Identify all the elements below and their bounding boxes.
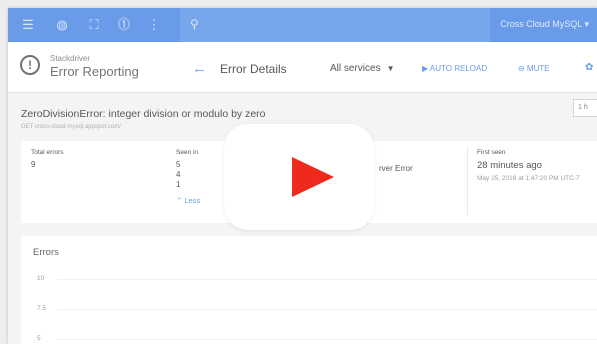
total-errors-label: Total errors (31, 149, 64, 156)
alert-icon[interactable]: ⓵ (116, 17, 132, 33)
settings-icon[interactable]: ✿ (585, 62, 593, 73)
y-tick-label: 7.5 (37, 305, 47, 312)
project-selector[interactable]: Cross Cloud MySQL ▾ (500, 19, 589, 30)
seen-in-value: 1 (176, 180, 181, 189)
product-small-label: Stackdriver (50, 54, 91, 63)
services-dropdown[interactable]: All services ▼ (330, 63, 395, 74)
mute-button[interactable]: ⊖ MUTE (518, 64, 550, 73)
chevron-down-icon: ▼ (386, 64, 395, 73)
service-partial-text: rver Error (379, 164, 413, 173)
first-seen-stat: First seen 28 minutes ago May 25, 2016 a… (477, 149, 580, 182)
grid-line (57, 279, 597, 280)
video-play-button[interactable] (224, 124, 374, 230)
page-header: ! Stackdriver Error Reporting ← Error De… (8, 42, 597, 93)
first-seen-value: 28 minutes ago (477, 160, 542, 171)
search-bar[interactable]: ⚲ (180, 8, 490, 42)
seen-in-values: 5 4 1 (176, 160, 200, 190)
less-toggle[interactable]: ⌃ Less (176, 196, 200, 205)
y-tick-label: 5 (37, 335, 41, 342)
seen-in-label: Seen in (176, 149, 199, 156)
grid-line (57, 339, 597, 340)
services-dropdown-label: All services (330, 63, 381, 74)
product-title: Error Reporting (50, 64, 139, 79)
first-seen-date: May 25, 2016 at 1:47:20 PM UTC-7 (477, 175, 580, 182)
menu-icon[interactable]: ☰ (20, 17, 36, 33)
errors-chart-card: Errors 10 7.5 5 (21, 236, 597, 344)
time-range-button[interactable]: 1 h (573, 99, 597, 117)
page-title: Error Details (220, 62, 287, 76)
first-seen-label: First seen (477, 149, 506, 156)
total-errors-stat: Total errors 9 (31, 149, 64, 170)
more-icon[interactable]: ⋮ (146, 17, 162, 33)
service-stat: rver Error (379, 160, 413, 174)
seen-in-value: 4 (176, 170, 181, 179)
error-request-url: GET cross-cloud-mysql.appspot.com/ (21, 124, 121, 130)
errors-chart-title: Errors (33, 247, 59, 258)
globe-icon[interactable]: ◍ (54, 17, 70, 33)
seen-in-stat: Seen in 5 4 1 ⌃ Less (176, 149, 200, 205)
stat-divider (467, 147, 468, 215)
grid-line (57, 309, 597, 310)
seen-in-value: 5 (176, 160, 181, 169)
top-app-bar: ☰ ◍ ⛶ ⓵ ⋮ ⚲ Cross Cloud MySQL ▾ (8, 8, 597, 42)
gift-icon[interactable]: ⛶ (86, 17, 102, 33)
total-errors-value: 9 (31, 160, 36, 169)
play-icon (292, 157, 334, 197)
error-title: ZeroDivisionError: integer division or m… (21, 108, 266, 120)
search-icon: ⚲ (190, 17, 199, 31)
stackdriver-logo-icon: ! (20, 55, 40, 75)
back-arrow-icon[interactable]: ← (192, 60, 207, 77)
auto-reload-button[interactable]: ▶ AUTO RELOAD (422, 64, 487, 73)
y-tick-label: 10 (37, 275, 45, 282)
